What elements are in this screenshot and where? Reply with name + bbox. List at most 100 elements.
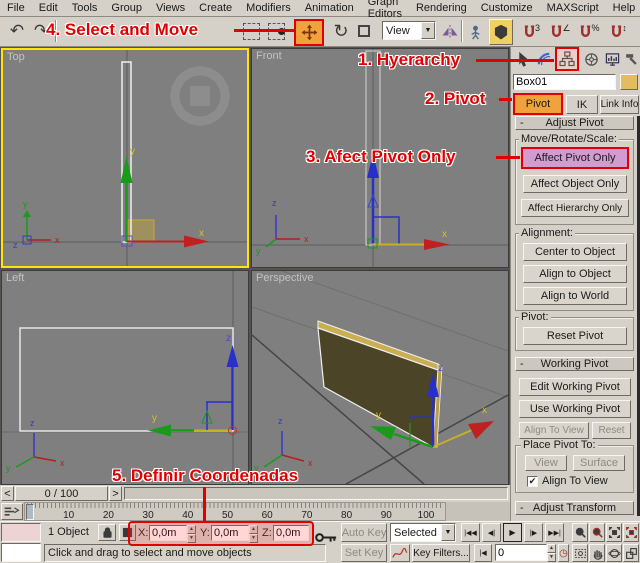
affect-pivot-only-button[interactable]: Affect Pivot Only: [521, 147, 629, 169]
reference-coordsys-dropdown[interactable]: View ▼: [382, 21, 436, 40]
viewport-left[interactable]: Left z y z x: [1, 270, 249, 485]
menu-help[interactable]: Help: [606, 1, 640, 15]
dropdown-arrow-icon[interactable]: ▼: [421, 22, 435, 39]
viewport-top[interactable]: Top y x y: [1, 48, 249, 268]
reset-pivot-button[interactable]: Reset Pivot: [523, 327, 627, 345]
time-configuration-icon[interactable]: ◷: [558, 544, 569, 562]
rollout-adjust-transform[interactable]: - Adjust Transform: [515, 501, 634, 515]
y-coordinate-spinner[interactable]: ▲▼: [249, 525, 258, 541]
z-coordinate-input[interactable]: [274, 527, 308, 539]
menu-edit[interactable]: Edit: [32, 1, 65, 15]
use-working-pivot-button[interactable]: Use Working Pivot: [519, 400, 631, 418]
viewport-perspective-canvas[interactable]: z x y z x y: [252, 271, 508, 484]
z-coordinate-field[interactable]: [273, 525, 309, 541]
select-and-scale-icon[interactable]: [358, 25, 370, 37]
previous-frame-button[interactable]: ◀|: [482, 523, 501, 542]
set-key-button[interactable]: Set Key: [341, 544, 387, 562]
current-frame-input[interactable]: [496, 547, 546, 559]
edit-working-pivot-button[interactable]: Edit Working Pivot: [519, 378, 631, 396]
dropdown-arrow-icon[interactable]: ▼: [441, 524, 455, 541]
align-to-view-button[interactable]: Align To View: [519, 422, 589, 439]
working-pivot-reset-button[interactable]: Reset: [592, 422, 631, 439]
undo-icon[interactable]: ↶: [6, 20, 28, 42]
menu-maxscript[interactable]: MAXScript: [540, 1, 606, 15]
object-color-swatch[interactable]: [620, 74, 638, 90]
menu-tools[interactable]: Tools: [65, 1, 105, 15]
menu-animation[interactable]: Animation: [298, 1, 361, 15]
track-bar-ruler[interactable]: 0 10 20 30 40 50 60 70 80 90 100: [24, 502, 446, 521]
absolute-mode-icon[interactable]: [119, 524, 136, 541]
viewport-perspective[interactable]: Perspective z x y: [251, 270, 509, 485]
align-to-world-button[interactable]: Align to World: [523, 287, 627, 305]
rollout-adjust-pivot[interactable]: - Adjust Pivot: [515, 116, 634, 130]
x-coordinate-spinner[interactable]: ▲▼: [187, 525, 196, 541]
place-pivot-view-button[interactable]: View: [525, 455, 567, 471]
snap-toggle-3d-icon[interactable]: 3: [519, 21, 543, 43]
arc-rotate-icon[interactable]: [606, 544, 622, 562]
current-frame-indicator[interactable]: [26, 504, 34, 520]
pan-hand-icon[interactable]: [589, 544, 605, 562]
zoom-all-icon[interactable]: [589, 523, 605, 542]
spinner-snap-icon[interactable]: ↕: [606, 21, 630, 43]
zoom-extents-icon[interactable]: [606, 523, 622, 542]
menu-create[interactable]: Create: [192, 1, 239, 15]
tab-hierarchy-icon[interactable]: [555, 47, 579, 71]
place-pivot-surface-button[interactable]: Surface: [573, 455, 625, 471]
go-to-start-button[interactable]: |◀◀: [461, 523, 480, 542]
current-frame-field[interactable]: [495, 544, 547, 561]
subtab-link-info[interactable]: Link Info: [600, 95, 639, 114]
angle-snap-icon[interactable]: ∠: [548, 21, 572, 43]
rollout-working-pivot[interactable]: - Working Pivot: [515, 357, 634, 371]
viewport-left-canvas[interactable]: z y z x y: [2, 271, 248, 484]
select-and-move-button[interactable]: [294, 19, 324, 46]
play-button[interactable]: ▶: [503, 523, 522, 542]
align-to-object-button[interactable]: Align to Object: [523, 265, 627, 283]
key-filters-button[interactable]: Key Filters...: [412, 544, 470, 562]
subtab-ik[interactable]: IK: [566, 95, 598, 114]
x-coordinate-input[interactable]: [150, 527, 186, 539]
named-selection-icon[interactable]: [465, 21, 485, 43]
mirror-icon[interactable]: [440, 21, 460, 43]
menu-file[interactable]: File: [0, 1, 32, 15]
center-to-object-button[interactable]: Center to Object: [523, 243, 627, 261]
tab-utilities-icon[interactable]: [622, 49, 640, 69]
go-to-end-button[interactable]: ▶▶|: [545, 523, 564, 542]
x-coordinate-field[interactable]: [149, 525, 187, 541]
object-name-input[interactable]: [514, 76, 615, 88]
menu-modifiers[interactable]: Modifiers: [239, 1, 298, 15]
auto-key-button[interactable]: Auto Key: [341, 523, 387, 542]
selection-lock-icon[interactable]: [98, 524, 116, 541]
maxscript-mini-listener-white[interactable]: [1, 543, 41, 562]
region-zoom-icon[interactable]: [572, 544, 588, 562]
time-slider-track[interactable]: [124, 487, 508, 500]
y-coordinate-field[interactable]: [211, 525, 249, 541]
snaps-toggle-button[interactable]: [489, 19, 513, 45]
select-and-rotate-icon[interactable]: ↻: [330, 20, 352, 42]
menu-customize[interactable]: Customize: [474, 1, 540, 15]
time-slider-handle[interactable]: 0 / 100: [15, 486, 108, 501]
tab-motion-icon[interactable]: [581, 49, 601, 69]
maxscript-mini-listener-pink[interactable]: [1, 523, 41, 542]
collapse-icon[interactable]: -: [520, 358, 524, 370]
collapse-icon[interactable]: -: [520, 117, 524, 129]
new-key-default-in-out-icon[interactable]: [390, 544, 410, 562]
percent-snap-icon[interactable]: %: [577, 21, 601, 43]
tab-display-icon[interactable]: [602, 49, 622, 69]
zoom-extents-all-icon[interactable]: [623, 523, 639, 542]
time-slider-prev-button[interactable]: <: [1, 486, 14, 501]
zoom-icon[interactable]: [572, 523, 588, 542]
menu-rendering[interactable]: Rendering: [409, 1, 474, 15]
time-slider-next-button[interactable]: >: [109, 486, 122, 501]
menu-views[interactable]: Views: [149, 1, 192, 15]
align-to-view-checkbox[interactable]: ✔: [527, 476, 538, 487]
key-mode-toggle[interactable]: |◀: [474, 544, 492, 562]
viewport-top-canvas[interactable]: y x y x z: [3, 50, 247, 266]
subtab-pivot[interactable]: Pivot: [513, 93, 563, 115]
min-max-toggle-icon[interactable]: [623, 544, 639, 562]
box-wireframe-left[interactable]: [20, 328, 233, 431]
current-frame-spinner[interactable]: ▲▼: [547, 544, 556, 561]
collapse-icon[interactable]: -: [520, 502, 524, 514]
affect-object-only-button[interactable]: Affect Object Only: [523, 175, 627, 193]
y-coordinate-input[interactable]: [212, 527, 248, 539]
menu-group[interactable]: Group: [104, 1, 149, 15]
